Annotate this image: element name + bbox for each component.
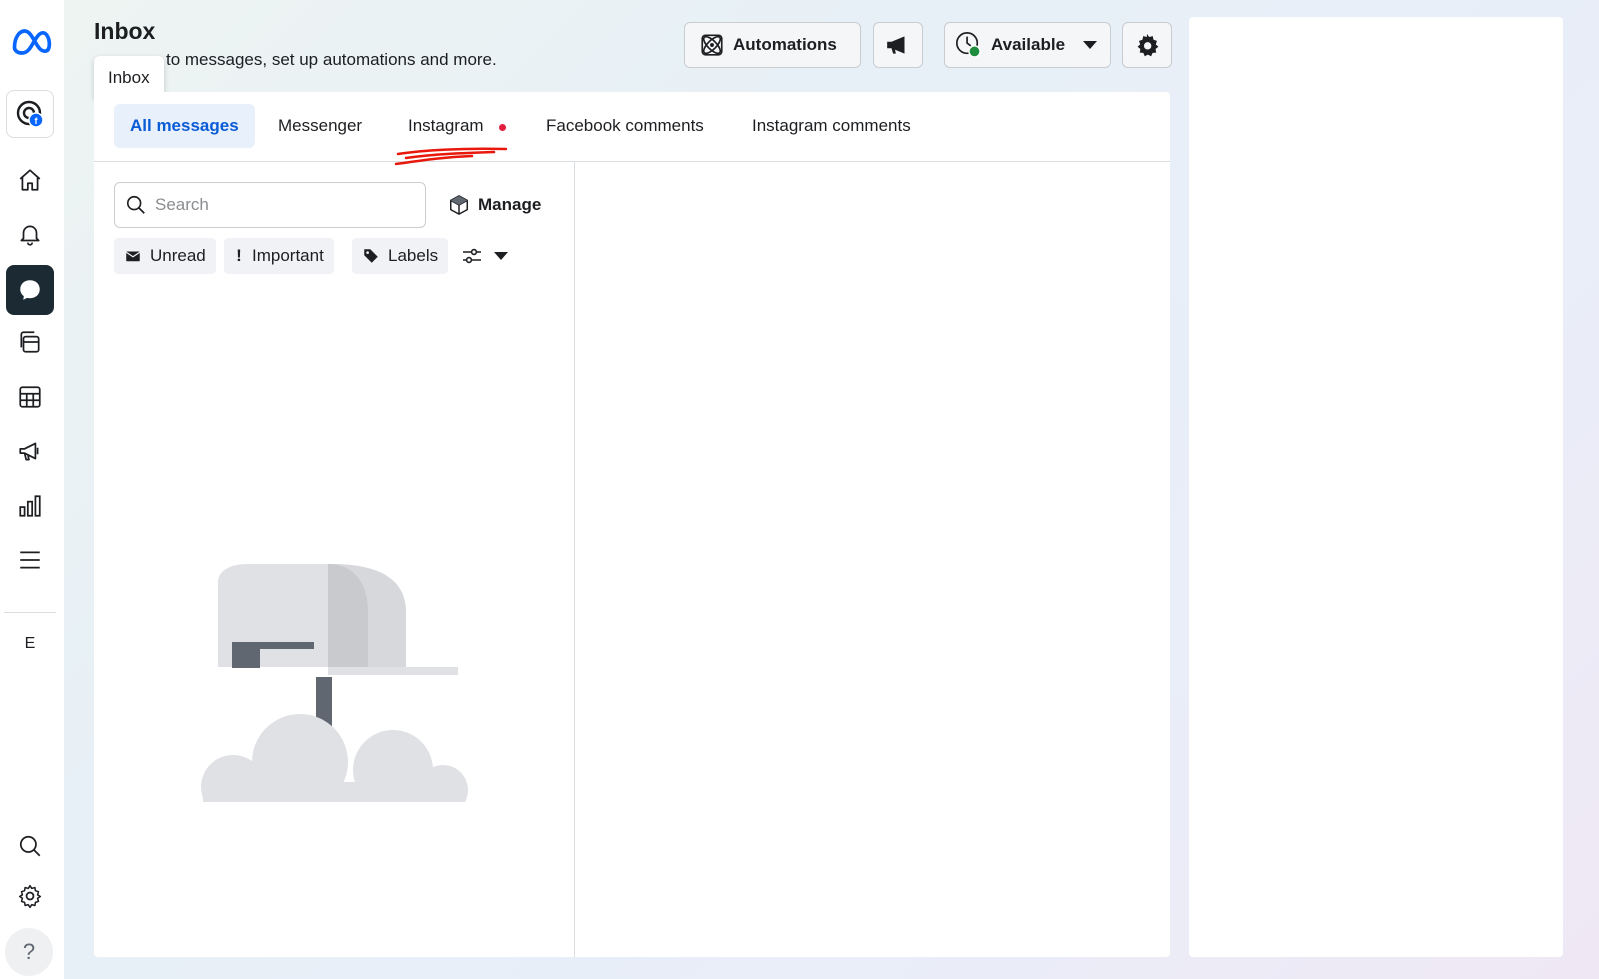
tab-facebook-comments[interactable]: Facebook comments xyxy=(530,104,720,148)
sliders-icon xyxy=(463,248,481,264)
tab-instagram[interactable]: Instagram xyxy=(392,104,500,148)
bell-icon xyxy=(20,225,40,246)
tab-instagram-comments[interactable]: Instagram comments xyxy=(736,104,927,148)
help-button[interactable]: ? xyxy=(5,928,53,976)
search-field[interactable] xyxy=(114,182,426,228)
chevron-down-icon xyxy=(494,252,508,260)
megaphone-icon xyxy=(19,442,39,461)
sidebar-item-insights[interactable] xyxy=(6,482,54,530)
announcements-button[interactable] xyxy=(873,22,923,68)
content-pages-icon xyxy=(20,331,40,353)
tab-all-messages[interactable]: All messages xyxy=(114,104,255,148)
automations-atom-icon xyxy=(701,34,723,56)
conversation-list-pane: Manage Unread ! Important Labels xyxy=(94,162,575,957)
sidebar-item-all-tools[interactable] xyxy=(6,536,54,584)
chevron-down-icon xyxy=(1083,41,1098,49)
filter-unread-label: Unread xyxy=(150,246,206,265)
filter-important-label: Important xyxy=(252,246,324,265)
clock-status-icon xyxy=(955,31,983,59)
envelope-icon xyxy=(125,251,141,262)
sidebar-item-inbox[interactable] xyxy=(6,265,54,315)
empty-mailbox-illustration xyxy=(201,564,468,802)
chat-bubble-icon xyxy=(20,280,40,300)
sidebar-divider xyxy=(4,612,56,613)
inbox-tabs: All messages Messenger Instagram Faceboo… xyxy=(94,92,1170,166)
filter-important[interactable]: ! Important xyxy=(224,238,334,274)
sidebar-item-settings[interactable] xyxy=(6,872,54,920)
automations-label: Automations xyxy=(733,35,837,54)
megaphone-icon xyxy=(887,36,905,54)
sidebar-item-search[interactable] xyxy=(6,822,54,870)
instagram-notification-dot xyxy=(499,124,506,131)
meta-logo-icon[interactable] xyxy=(8,24,54,60)
sidebar-item-notifications[interactable] xyxy=(6,210,54,258)
table-grid-icon xyxy=(19,386,41,408)
search-icon xyxy=(19,835,41,857)
tab-messenger[interactable]: Messenger xyxy=(262,104,378,148)
filter-unread[interactable]: Unread xyxy=(114,238,216,274)
inbox-settings-button[interactable] xyxy=(1122,22,1172,68)
account-avatar-icon: f xyxy=(16,100,44,128)
page-title: Inbox xyxy=(94,18,156,44)
sidebar-item-content[interactable] xyxy=(6,318,54,366)
search-input[interactable] xyxy=(155,195,395,215)
tab-instagram-label: Instagram xyxy=(408,116,484,135)
manage-button[interactable]: Manage xyxy=(448,184,541,226)
bar-chart-icon xyxy=(19,495,41,517)
sidebar-item-home[interactable] xyxy=(6,156,54,204)
left-sidebar: f E ? xyxy=(0,0,64,979)
page-subtitle-text: to messages, set up automations and more… xyxy=(166,50,497,69)
exclamation-icon: ! xyxy=(236,246,242,265)
filter-labels[interactable]: Labels xyxy=(352,238,449,274)
manage-label: Manage xyxy=(478,195,542,214)
sidebar-item-business-account[interactable]: E xyxy=(6,628,54,660)
account-switcher[interactable]: f xyxy=(6,90,54,138)
home-icon xyxy=(19,169,41,191)
advanced-filter-dropdown[interactable] xyxy=(460,238,508,274)
tag-icon xyxy=(364,249,378,263)
sidebar-item-planner[interactable] xyxy=(6,373,54,421)
cube-icon xyxy=(450,195,468,215)
search-icon xyxy=(126,195,145,214)
inbox-main-panel: All messages Messenger Instagram Faceboo… xyxy=(94,92,1170,957)
automations-button[interactable]: Automations xyxy=(684,22,861,68)
gear-icon xyxy=(1137,33,1159,57)
availability-label: Available xyxy=(991,35,1066,54)
conversation-details-panel xyxy=(1189,17,1563,957)
gear-icon xyxy=(18,884,42,909)
availability-dropdown[interactable]: Available xyxy=(944,22,1111,68)
sidebar-item-ads[interactable] xyxy=(6,427,54,475)
menu-hamburger-icon xyxy=(20,551,40,569)
filter-labels-label: Labels xyxy=(388,246,439,265)
